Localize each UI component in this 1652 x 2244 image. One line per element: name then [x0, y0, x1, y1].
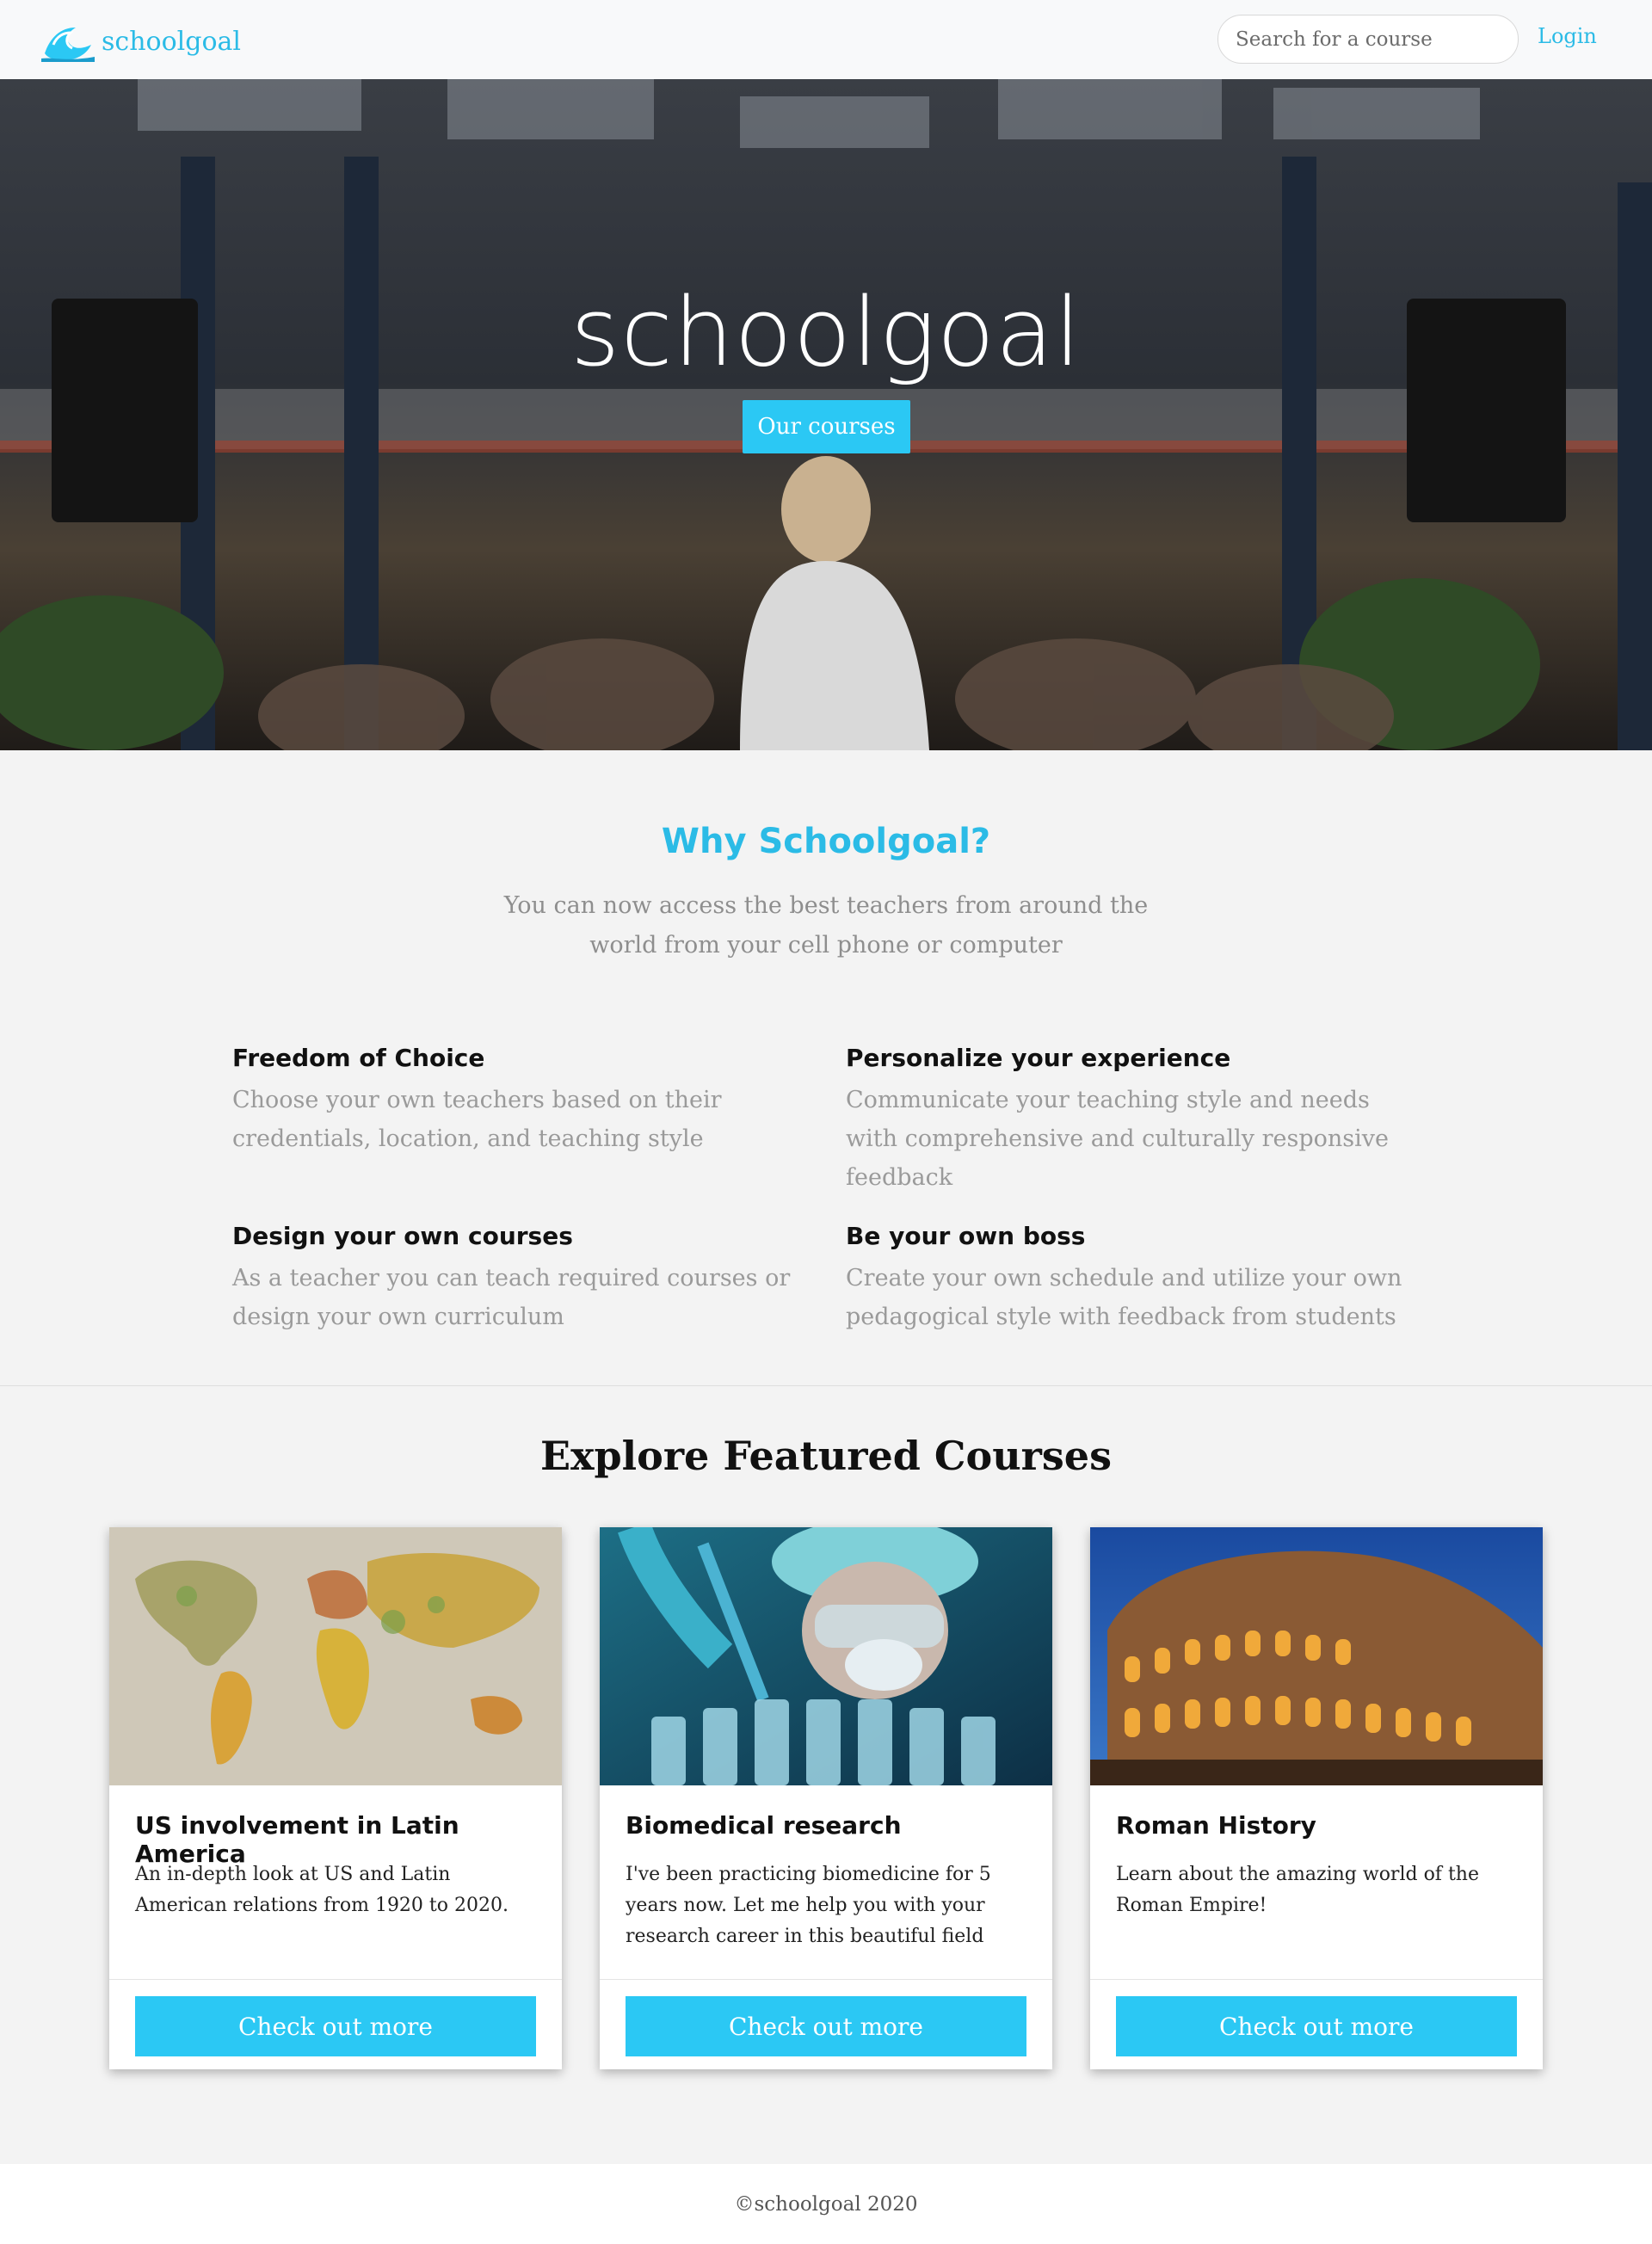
- course-description: Learn about the amazing world of the Rom…: [1116, 1864, 1479, 1916]
- course-card: US involvement in Latin America An in-de…: [109, 1527, 562, 2069]
- wave-logo-icon: [41, 28, 95, 62]
- lab-scientist-image: [600, 1527, 1052, 1785]
- login-link[interactable]: Login: [1538, 24, 1597, 48]
- copyright-text: ©schoolgoal 2020: [734, 2192, 918, 2216]
- feature-text: Communicate your teaching style and need…: [846, 1087, 1390, 1191]
- course-description: An in-depth look at US and Latin America…: [135, 1864, 509, 1916]
- courses-title: Explore Featured Courses: [540, 1433, 1112, 1479]
- why-title: Why Schoolgoal?: [661, 822, 991, 861]
- feature-text: Choose your own teachers based on their …: [232, 1087, 722, 1152]
- card-footer-divider: [600, 1979, 1052, 1980]
- our-courses-button[interactable]: Our courses: [743, 400, 910, 453]
- brand-link[interactable]: schoolgoal: [41, 19, 241, 64]
- why-subtitle: You can now access the best teachers fro…: [503, 892, 1149, 959]
- course-title: Roman History: [1116, 1811, 1316, 1840]
- hero-title: schoolgoal: [570, 277, 1082, 387]
- card-footer-divider: [109, 1979, 562, 1980]
- feature-title: Freedom of Choice: [232, 1044, 485, 1072]
- feature-own-boss: Be your own boss Create your own schedul…: [846, 1222, 1405, 1336]
- brand-name: schoolgoal: [102, 26, 241, 57]
- course-description: I've been practicing biomedicine for 5 y…: [626, 1864, 991, 1947]
- feature-freedom-of-choice: Freedom of Choice Choose your own teache…: [232, 1044, 792, 1158]
- course-card: Roman History Learn about the amazing wo…: [1090, 1527, 1543, 2069]
- search-input[interactable]: [1217, 15, 1519, 64]
- feature-title: Personalize your experience: [846, 1044, 1231, 1072]
- section-divider: [0, 1385, 1652, 1386]
- card-footer-divider: [1090, 1979, 1543, 1980]
- feature-text: As a teacher you can teach required cour…: [232, 1265, 791, 1330]
- colosseum-image: [1090, 1527, 1543, 1785]
- feature-design-courses: Design your own courses As a teacher you…: [232, 1222, 792, 1336]
- feature-text: Create your own schedule and utilize you…: [846, 1265, 1402, 1330]
- hero-section: schoolgoal Our courses: [0, 79, 1652, 750]
- feature-title: Design your own courses: [232, 1222, 573, 1250]
- check-out-more-button[interactable]: Check out more: [1116, 1996, 1517, 2056]
- course-title: Biomedical research: [626, 1811, 902, 1840]
- check-out-more-button[interactable]: Check out more: [626, 1996, 1026, 2056]
- navbar: schoolgoal Login: [0, 0, 1652, 79]
- course-card: Biomedical research I've been practicing…: [600, 1527, 1052, 2069]
- feature-personalize: Personalize your experience Communicate …: [846, 1044, 1405, 1197]
- feature-title: Be your own boss: [846, 1222, 1086, 1250]
- footer: ©schoolgoal 2020: [0, 2164, 1652, 2244]
- check-out-more-button[interactable]: Check out more: [135, 1996, 536, 2056]
- world-map-image: [109, 1527, 562, 1785]
